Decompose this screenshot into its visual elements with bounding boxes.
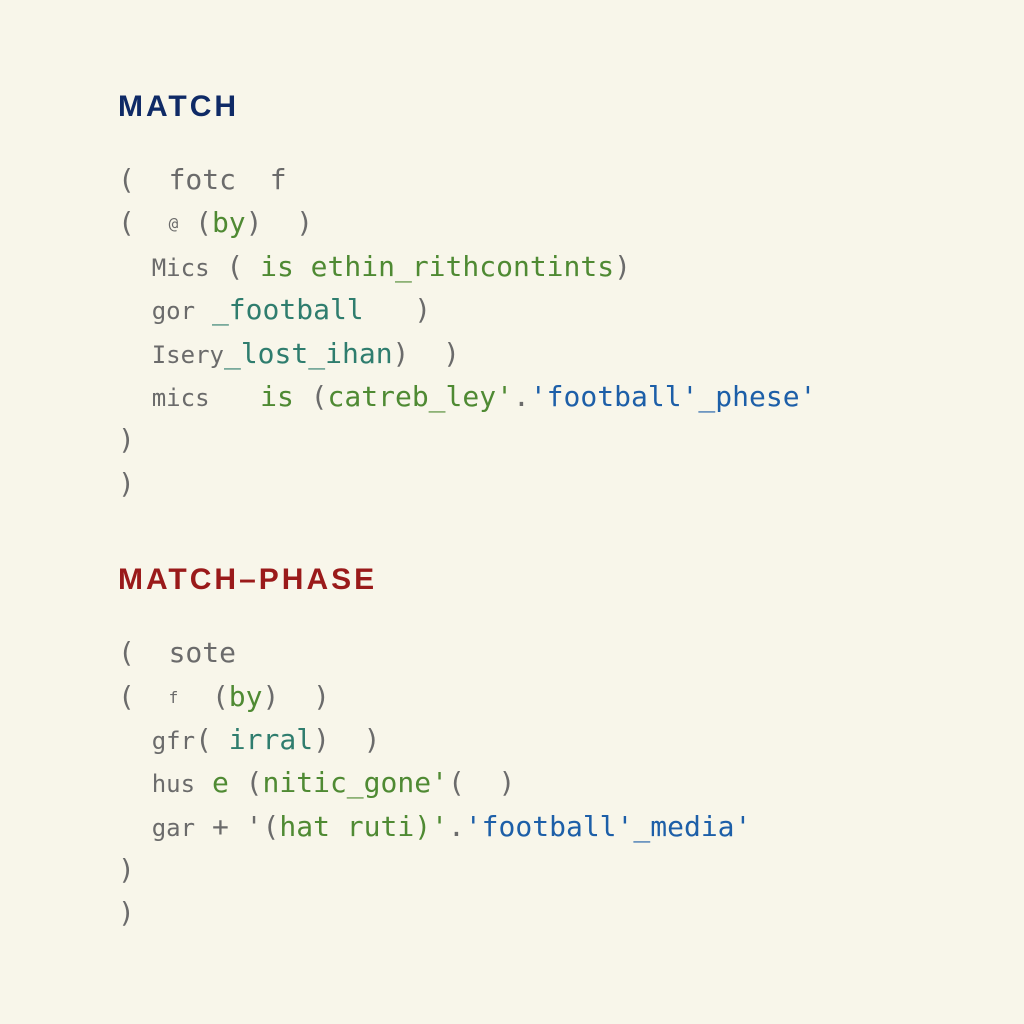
token: sote: [169, 636, 236, 669]
code-line: Mics ( is ethin_rithcontints): [118, 245, 1024, 288]
code-line: ): [118, 848, 1024, 891]
section-heading-match: MATCH: [118, 90, 1024, 124]
token: Isery: [152, 341, 224, 369]
dot: .: [448, 810, 465, 843]
code-line: ( f (by) ): [118, 675, 1024, 718]
token: f: [169, 688, 179, 707]
token: Mics: [152, 254, 210, 282]
paren: ): [246, 206, 263, 239]
paren: (: [448, 766, 465, 799]
paren: ): [313, 680, 330, 713]
identifier: nitic_gone': [263, 766, 448, 799]
paren: (: [311, 380, 328, 413]
string-literal: 'football'_phese': [530, 380, 817, 413]
paren: (: [118, 636, 135, 669]
paren: ): [263, 680, 280, 713]
paren: (: [212, 680, 229, 713]
paren: (: [226, 250, 243, 283]
code-line: hus e (nitic_gone'( ): [118, 761, 1024, 804]
paren: ): [118, 896, 135, 929]
token: mics: [152, 384, 210, 412]
paren: (: [195, 723, 212, 756]
paren: ): [118, 467, 135, 500]
code-line: mics is (catreb_ley'.'football'_phese': [118, 375, 1024, 418]
paren: ): [118, 853, 135, 886]
keyword-is: is: [260, 380, 294, 413]
identifier: hat ruti)': [279, 810, 448, 843]
paren: '(: [246, 810, 280, 843]
code-line: Isery_lost_ihan) ): [118, 332, 1024, 375]
token: gar: [152, 814, 195, 842]
string-literal: 'football'_media': [465, 810, 752, 843]
identifier: catreb_ley': [328, 380, 513, 413]
keyword-is: is: [260, 250, 294, 283]
paren: ): [614, 250, 631, 283]
match-phase-code-block: ( sote ( f (by) ) gfr( irral) ) hus e (n…: [118, 631, 1024, 935]
underscore: _: [224, 337, 241, 370]
code-page: MATCH ( fotc f ( @ (by) ) Mics ( is ethi…: [0, 0, 1024, 1024]
paren: ): [313, 723, 330, 756]
identifier: football: [229, 293, 364, 326]
underscore: _: [212, 293, 229, 326]
section-heading-match-phase: MATCH–PHASE: [118, 563, 1024, 597]
paren: (: [246, 766, 263, 799]
code-line: ( sote: [118, 631, 1024, 674]
paren: ): [118, 423, 135, 456]
code-line: ): [118, 891, 1024, 934]
code-line: gor _football ): [118, 288, 1024, 331]
keyword-by: by: [212, 206, 246, 239]
paren: (: [118, 206, 135, 239]
paren: ): [414, 293, 431, 326]
paren: ): [393, 337, 410, 370]
paren: ): [443, 337, 460, 370]
glyph-icon: @: [169, 214, 179, 233]
code-line: ( @ (by) ): [118, 201, 1024, 244]
token: gfr: [152, 727, 195, 755]
token: gor: [152, 297, 195, 325]
keyword: e: [212, 766, 229, 799]
paren: ): [364, 723, 381, 756]
code-line: ): [118, 462, 1024, 505]
identifier: irral: [229, 723, 313, 756]
identifier: ethin_rithcontints: [311, 250, 614, 283]
keyword-by: by: [229, 680, 263, 713]
code-line: gar + '(hat ruti)'.'football'_media': [118, 805, 1024, 848]
match-code-block: ( fotc f ( @ (by) ) Mics ( is ethin_rith…: [118, 158, 1024, 505]
token: fotc: [169, 163, 236, 196]
operator: +: [212, 810, 229, 843]
token: f: [270, 163, 287, 196]
paren: ): [296, 206, 313, 239]
code-line: gfr( irral) ): [118, 718, 1024, 761]
dot: .: [513, 380, 530, 413]
code-line: ): [118, 418, 1024, 461]
identifier: lost_ihan: [241, 337, 393, 370]
paren: (: [118, 680, 135, 713]
paren: (: [118, 163, 135, 196]
paren: ): [499, 766, 516, 799]
paren: (: [195, 206, 212, 239]
token: hus: [152, 770, 195, 798]
code-line: ( fotc f: [118, 158, 1024, 201]
